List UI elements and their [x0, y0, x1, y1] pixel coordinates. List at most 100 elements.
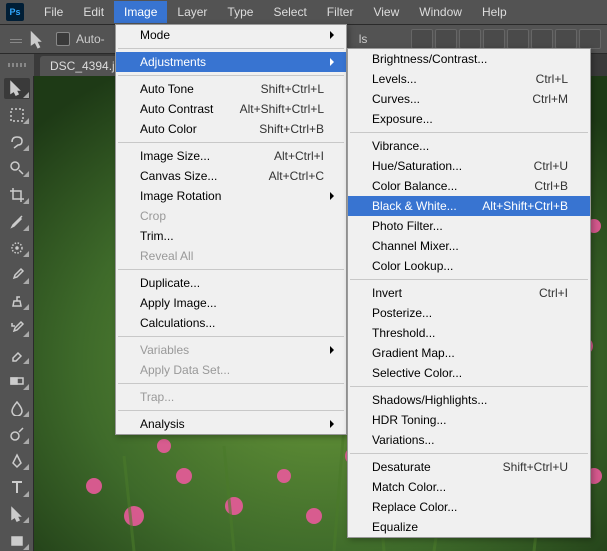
lasso-tool[interactable] — [4, 131, 30, 152]
adjust-menu-item-posterize[interactable]: Posterize... — [348, 303, 590, 323]
panel-grip-icon[interactable] — [10, 35, 22, 43]
menu-item-shortcut: Shift+Ctrl+L — [261, 82, 324, 96]
adjust-menu-item-selective-color[interactable]: Selective Color... — [348, 363, 590, 383]
menu-item-shortcut: Alt+Ctrl+C — [269, 169, 324, 183]
auto-select-label: Auto- — [76, 32, 105, 46]
image-menu-item-auto-color[interactable]: Auto ColorShift+Ctrl+B — [116, 119, 346, 139]
adjust-menu-item-separator — [350, 279, 588, 280]
adjust-menu-item-black-white[interactable]: Black & White...Alt+Shift+Ctrl+B — [348, 196, 590, 216]
current-tool-icon[interactable] — [28, 28, 50, 50]
menu-item-shortcut: Ctrl+I — [539, 286, 568, 300]
menubar-item-select[interactable]: Select — [263, 1, 316, 23]
adjust-menu-item-threshold[interactable]: Threshold... — [348, 323, 590, 343]
quick-select-tool[interactable] — [4, 158, 30, 179]
adjust-menu-item-invert[interactable]: Invert Ctrl+I — [348, 283, 590, 303]
align-icon[interactable] — [531, 29, 553, 49]
menu-item-label: Threshold... — [372, 326, 435, 340]
menu-item-label: Apply Image... — [140, 296, 217, 310]
image-menu-item-separator — [118, 142, 344, 143]
blur-tool[interactable] — [4, 397, 30, 418]
history-brush-tool[interactable] — [4, 317, 30, 338]
adjust-menu-item-vibrance[interactable]: Vibrance... — [348, 136, 590, 156]
image-menu-item-analysis[interactable]: Analysis — [116, 414, 346, 434]
align-icon[interactable] — [483, 29, 505, 49]
rectangle-tool[interactable] — [4, 530, 30, 551]
menu-item-label: Variables — [140, 343, 189, 357]
menu-item-label: Levels... — [372, 72, 417, 86]
path-select-tool[interactable] — [4, 504, 30, 525]
image-menu-item-image-rotation[interactable]: Image Rotation — [116, 186, 346, 206]
align-icon[interactable] — [411, 29, 433, 49]
crop-tool[interactable] — [4, 184, 30, 205]
image-menu-item-separator — [118, 383, 344, 384]
menu-item-label: Channel Mixer... — [372, 239, 459, 253]
adjust-menu-item-channel-mixer[interactable]: Channel Mixer... — [348, 236, 590, 256]
adjust-menu-item-replace-color[interactable]: Replace Color... — [348, 497, 590, 517]
menu-item-label: Vibrance... — [372, 139, 429, 153]
move-tool[interactable] — [4, 78, 30, 99]
adjust-menu-item-curves[interactable]: Curves...Ctrl+M — [348, 89, 590, 109]
menubar-item-layer[interactable]: Layer — [167, 1, 217, 23]
menu-item-label: Analysis — [140, 417, 185, 431]
adjust-menu-item-photo-filter[interactable]: Photo Filter... — [348, 216, 590, 236]
align-icon[interactable] — [579, 29, 601, 49]
menubar-item-edit[interactable]: Edit — [73, 1, 114, 23]
healing-brush-tool[interactable] — [4, 238, 30, 259]
brush-tool[interactable] — [4, 264, 30, 285]
align-icon[interactable] — [459, 29, 481, 49]
adjust-menu-item-exposure[interactable]: Exposure... — [348, 109, 590, 129]
menubar-item-filter[interactable]: Filter — [317, 1, 364, 23]
image-menu-item-duplicate[interactable]: Duplicate... — [116, 273, 346, 293]
align-icon[interactable] — [435, 29, 457, 49]
menu-item-label: HDR Toning... — [372, 413, 446, 427]
image-menu-item-trim[interactable]: Trim... — [116, 226, 346, 246]
adjust-menu-item-desaturate[interactable]: DesaturateShift+Ctrl+U — [348, 457, 590, 477]
menubar-item-type[interactable]: Type — [217, 1, 263, 23]
adjust-menu-item-gradient-map[interactable]: Gradient Map... — [348, 343, 590, 363]
image-menu-item-mode[interactable]: Mode — [116, 25, 346, 45]
menu-item-label: Duplicate... — [140, 276, 200, 290]
image-menu-item-calculations[interactable]: Calculations... — [116, 313, 346, 333]
type-tool[interactable] — [4, 477, 30, 498]
adjust-menu-item-hdr-toning[interactable]: HDR Toning... — [348, 410, 590, 430]
align-icon[interactable] — [555, 29, 577, 49]
menu-item-label: Photo Filter... — [372, 219, 443, 233]
image-menu-item-separator — [118, 75, 344, 76]
image-menu-item-image-size[interactable]: Image Size...Alt+Ctrl+I — [116, 146, 346, 166]
auto-select-checkbox[interactable] — [56, 32, 70, 46]
menu-item-label: Invert — [372, 286, 402, 300]
image-menu-item-auto-tone[interactable]: Auto ToneShift+Ctrl+L — [116, 79, 346, 99]
adjust-menu-item-color-lookup[interactable]: Color Lookup... — [348, 256, 590, 276]
menu-item-shortcut: Shift+Ctrl+B — [259, 122, 324, 136]
adjust-menu-item-shadows-highlights[interactable]: Shadows/Highlights... — [348, 390, 590, 410]
menubar-item-help[interactable]: Help — [472, 1, 517, 23]
toolbar-grip[interactable] — [0, 54, 34, 76]
menu-item-label: Equalize — [372, 520, 418, 534]
pen-tool[interactable] — [4, 451, 30, 472]
adjust-menu-item-equalize[interactable]: Equalize — [348, 517, 590, 537]
dodge-tool[interactable] — [4, 424, 30, 445]
image-menu-item-adjustments[interactable]: Adjustments — [116, 52, 346, 72]
clone-stamp-tool[interactable] — [4, 291, 30, 312]
gradient-tool[interactable] — [4, 371, 30, 392]
menubar-item-file[interactable]: File — [34, 1, 73, 23]
menu-item-label: Trap... — [140, 390, 174, 404]
eraser-tool[interactable] — [4, 344, 30, 365]
adjust-menu-item-hue-saturation[interactable]: Hue/Saturation...Ctrl+U — [348, 156, 590, 176]
adjust-menu-item-variations[interactable]: Variations... — [348, 430, 590, 450]
adjust-menu-item-color-balance[interactable]: Color Balance...Ctrl+B — [348, 176, 590, 196]
adjust-menu-item-levels[interactable]: Levels...Ctrl+L — [348, 69, 590, 89]
image-menu-item-auto-contrast[interactable]: Auto ContrastAlt+Shift+Ctrl+L — [116, 99, 346, 119]
align-icon[interactable] — [507, 29, 529, 49]
image-menu-item-canvas-size[interactable]: Canvas Size...Alt+Ctrl+C — [116, 166, 346, 186]
menu-item-label: Auto Contrast — [140, 102, 213, 116]
adjust-menu-item-brightness-contrast[interactable]: Brightness/Contrast... — [348, 49, 590, 69]
adjust-menu-item-match-color[interactable]: Match Color... — [348, 477, 590, 497]
menubar-item-view[interactable]: View — [363, 1, 409, 23]
menubar-item-window[interactable]: Window — [409, 1, 472, 23]
eyedropper-tool[interactable] — [4, 211, 30, 232]
image-menu-item-apply-image[interactable]: Apply Image... — [116, 293, 346, 313]
marquee-tool[interactable] — [4, 105, 30, 126]
image-menu-item-variables: Variables — [116, 340, 346, 360]
menubar-item-image[interactable]: Image — [114, 1, 167, 23]
